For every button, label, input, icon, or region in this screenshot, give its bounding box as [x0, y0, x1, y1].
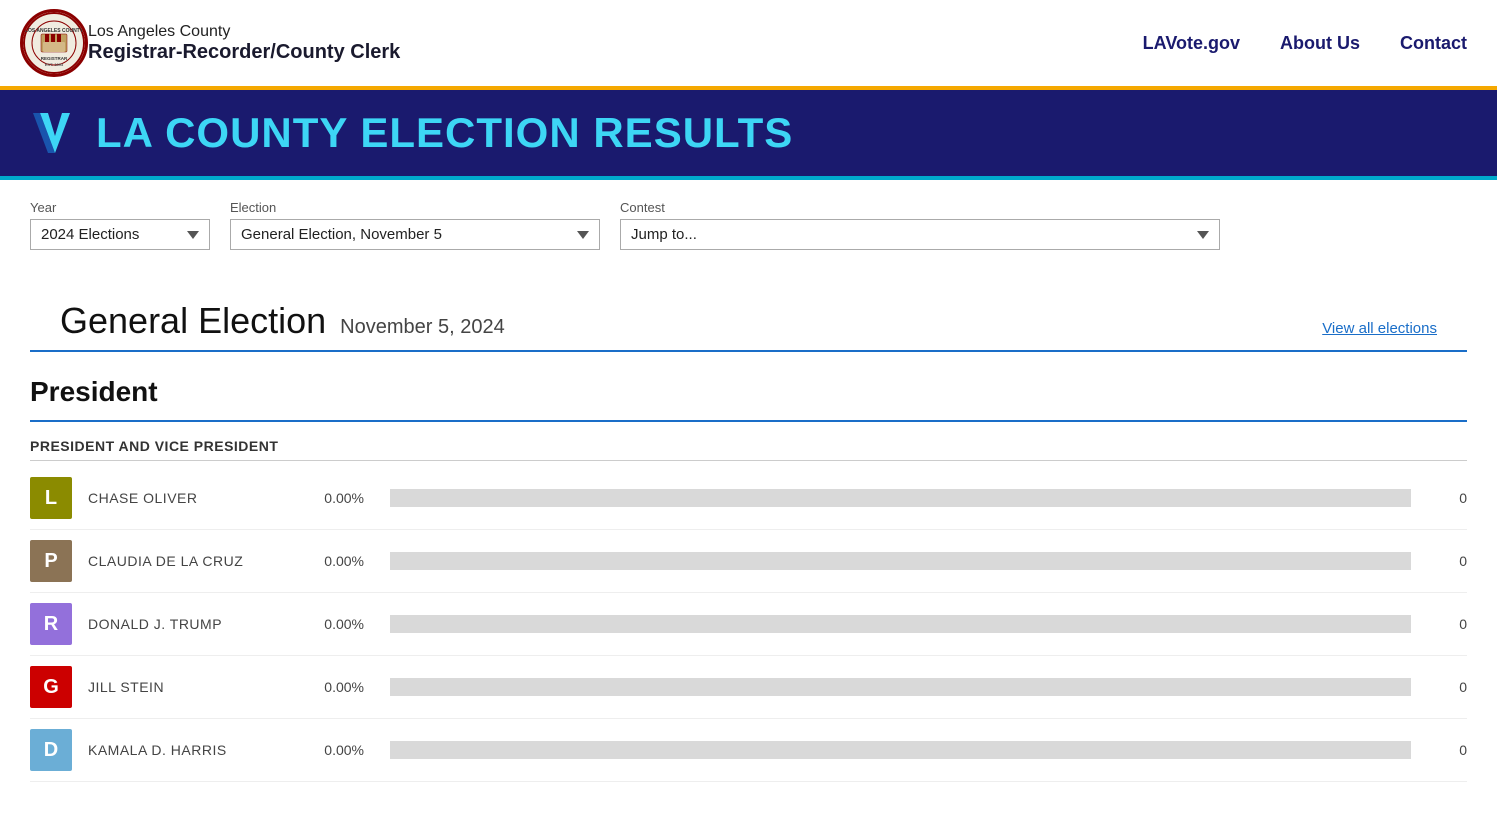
candidate-pct: 0.00%: [304, 553, 364, 569]
candidate-name: CLAUDIA DE LA CRUZ: [88, 553, 288, 569]
filters-section: Year 2024 Elections Election General Ele…: [0, 180, 1497, 260]
contest-category-title: President: [30, 376, 1467, 408]
year-filter-group: Year 2024 Elections: [30, 200, 210, 250]
nav-contact[interactable]: Contact: [1400, 33, 1467, 54]
candidate-row: L CHASE OLIVER 0.00% 0: [30, 467, 1467, 530]
election-select[interactable]: General Election, November 5: [230, 219, 600, 250]
banner-title: LA COUNTY ELECTION RESULTS: [96, 109, 793, 157]
candidate-pct: 0.00%: [304, 679, 364, 695]
election-title: General Election: [60, 300, 326, 342]
contest-divider: [30, 420, 1467, 422]
year-select[interactable]: 2024 Elections: [30, 219, 210, 250]
banner: LA COUNTY ELECTION RESULTS: [0, 90, 1497, 180]
banner-icon: [30, 108, 80, 158]
candidate-bar-container: [390, 615, 1411, 633]
candidate-pct: 0.00%: [304, 742, 364, 758]
nav-lavote[interactable]: LAVote.gov: [1143, 33, 1240, 54]
filters-row: Year 2024 Elections Election General Ele…: [30, 200, 1467, 250]
org-name-bottom: Registrar-Recorder/County Clerk: [88, 41, 400, 64]
svg-text:EST. 1893: EST. 1893: [45, 62, 64, 67]
election-filter-group: Election General Election, November 5: [230, 200, 600, 250]
candidate-bar-container: [390, 489, 1411, 507]
contest-name: PRESIDENT AND VICE PRESIDENT: [30, 438, 1467, 461]
candidate-votes: 0: [1437, 490, 1467, 506]
candidate-pct: 0.00%: [304, 490, 364, 506]
candidate-bar-container: [390, 678, 1411, 696]
election-label: Election: [230, 200, 600, 215]
candidate-name: CHASE OLIVER: [88, 490, 288, 506]
candidate-name: JILL STEIN: [88, 679, 288, 695]
org-name: Los Angeles County Registrar-Recorder/Co…: [88, 23, 400, 64]
nav-about[interactable]: About Us: [1280, 33, 1360, 54]
candidate-votes: 0: [1437, 553, 1467, 569]
svg-text:LOS ANGELES COUNTY: LOS ANGELES COUNTY: [25, 28, 84, 34]
org-logo: LOS ANGELES COUNTY REGISTRAR EST. 1893: [20, 9, 88, 77]
candidate-bar-container: [390, 552, 1411, 570]
candidate-row: R DONALD J. TRUMP 0.00% 0: [30, 593, 1467, 656]
candidate-votes: 0: [1437, 616, 1467, 632]
candidate-badge: D: [30, 729, 72, 771]
candidate-badge: L: [30, 477, 72, 519]
org-name-top: Los Angeles County: [88, 23, 400, 41]
candidate-badge: R: [30, 603, 72, 645]
candidate-row: D KAMALA D. HARRIS 0.00% 0: [30, 719, 1467, 782]
candidate-votes: 0: [1437, 742, 1467, 758]
election-date: November 5, 2024: [340, 316, 505, 339]
svg-text:REGISTRAR: REGISTRAR: [41, 56, 68, 61]
banner-title-plain: LA COUNTY: [96, 109, 360, 156]
election-header: General Election November 5, 2024 View a…: [30, 280, 1467, 352]
year-label: Year: [30, 200, 210, 215]
candidate-votes: 0: [1437, 679, 1467, 695]
page-header: LOS ANGELES COUNTY REGISTRAR EST. 1893 L…: [0, 0, 1497, 90]
main-nav: LAVote.gov About Us Contact: [1143, 33, 1497, 54]
contest-select[interactable]: Jump to...: [620, 219, 1220, 250]
candidate-name: DONALD J. TRUMP: [88, 616, 288, 632]
candidate-badge: G: [30, 666, 72, 708]
banner-title-highlight: ELECTION RESULTS: [360, 109, 793, 156]
candidate-row: P CLAUDIA DE LA CRUZ 0.00% 0: [30, 530, 1467, 593]
candidate-pct: 0.00%: [304, 616, 364, 632]
logo-section: LOS ANGELES COUNTY REGISTRAR EST. 1893 L…: [0, 0, 420, 86]
candidate-row: G JILL STEIN 0.00% 0: [30, 656, 1467, 719]
election-title-group: General Election November 5, 2024: [60, 300, 505, 342]
contest-label: Contest: [620, 200, 1220, 215]
candidates-list: L CHASE OLIVER 0.00% 0 P CLAUDIA DE LA C…: [30, 467, 1467, 782]
contest-section: President PRESIDENT AND VICE PRESIDENT L…: [0, 352, 1497, 782]
view-all-elections-link[interactable]: View all elections: [1322, 320, 1437, 337]
contest-filter-group: Contest Jump to...: [620, 200, 1220, 250]
candidate-badge: P: [30, 540, 72, 582]
candidate-bar-container: [390, 741, 1411, 759]
candidate-name: KAMALA D. HARRIS: [88, 742, 288, 758]
